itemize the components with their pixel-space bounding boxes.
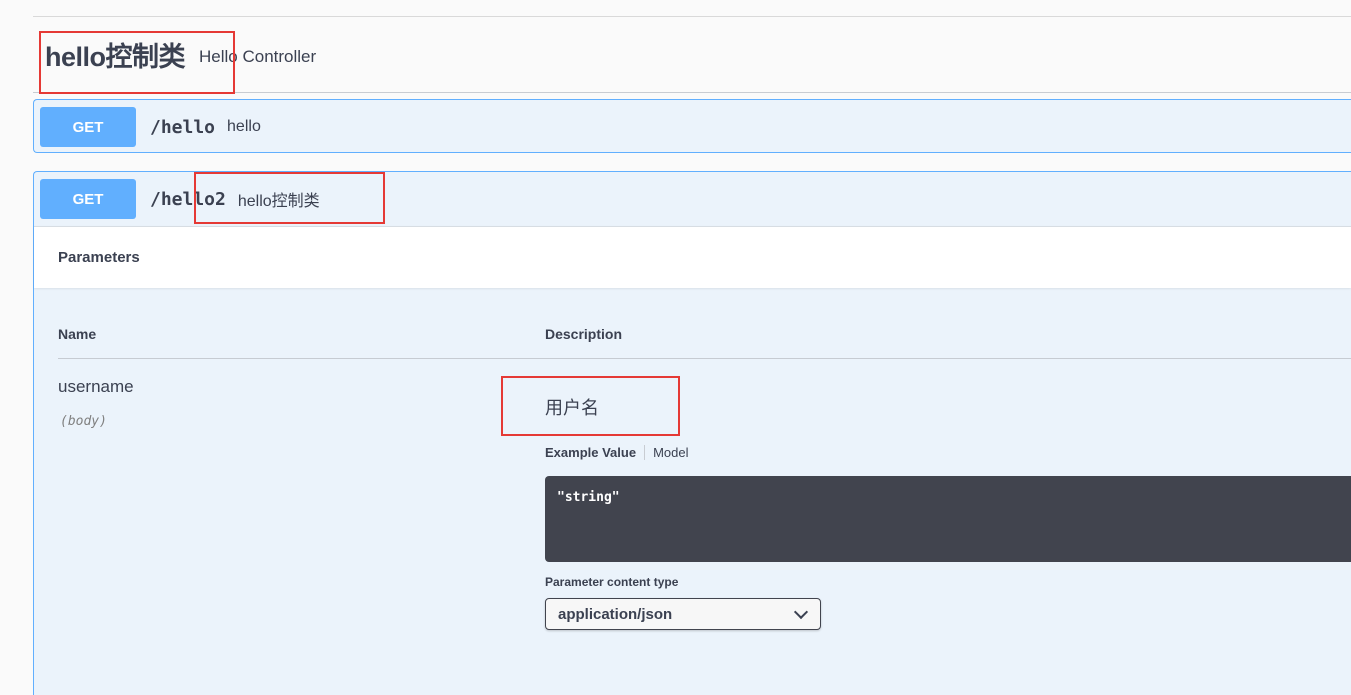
method-badge: GET	[40, 179, 136, 219]
operation-summary: hello	[227, 118, 261, 135]
opblock-summary[interactable]: GET /hello hello	[34, 100, 1351, 154]
example-tabs: Example Value Model	[545, 445, 688, 460]
tag-title: hello控制类	[45, 42, 186, 72]
content-type-selected: application/json	[558, 605, 673, 623]
example-value-text: "string"	[557, 490, 620, 505]
content-type-label: Parameter content type	[545, 575, 679, 589]
operation-path: /hello2	[150, 188, 226, 210]
method-badge: GET	[40, 107, 136, 147]
swagger-page: hello控制类 Hello Controller GET /hello hel…	[0, 0, 1351, 695]
opblock-summary[interactable]: GET /hello2 hello控制类	[34, 172, 1351, 226]
operation-summary: hello控制类	[237, 193, 320, 210]
parameter-location: (body)	[60, 414, 107, 429]
example-value-code-block[interactable]: "string"	[545, 476, 1351, 562]
operation-path: /hello	[150, 116, 216, 138]
tag-description: Hello Controller	[199, 46, 317, 66]
column-header-description: Description	[545, 326, 623, 342]
content-type-select[interactable]: application/json	[545, 598, 821, 630]
parameter-description: 用户名	[545, 398, 599, 418]
table-divider	[58, 358, 1351, 359]
parameter-name: username	[58, 377, 134, 396]
parameters-title: Parameters	[58, 249, 140, 266]
tab-model[interactable]: Model	[645, 445, 688, 460]
opblock-get-hello: GET /hello hello	[33, 99, 1351, 153]
tab-example-value[interactable]: Example Value	[545, 445, 646, 460]
parameters-section-header: Parameters	[34, 226, 1351, 288]
column-header-name: Name	[58, 326, 97, 342]
chevron-down-icon	[793, 604, 809, 620]
tag-header[interactable]: hello控制类 Hello Controller	[33, 17, 1351, 93]
opblock-get-hello2: GET /hello2 hello控制类 Parameters Name Des…	[33, 171, 1351, 695]
